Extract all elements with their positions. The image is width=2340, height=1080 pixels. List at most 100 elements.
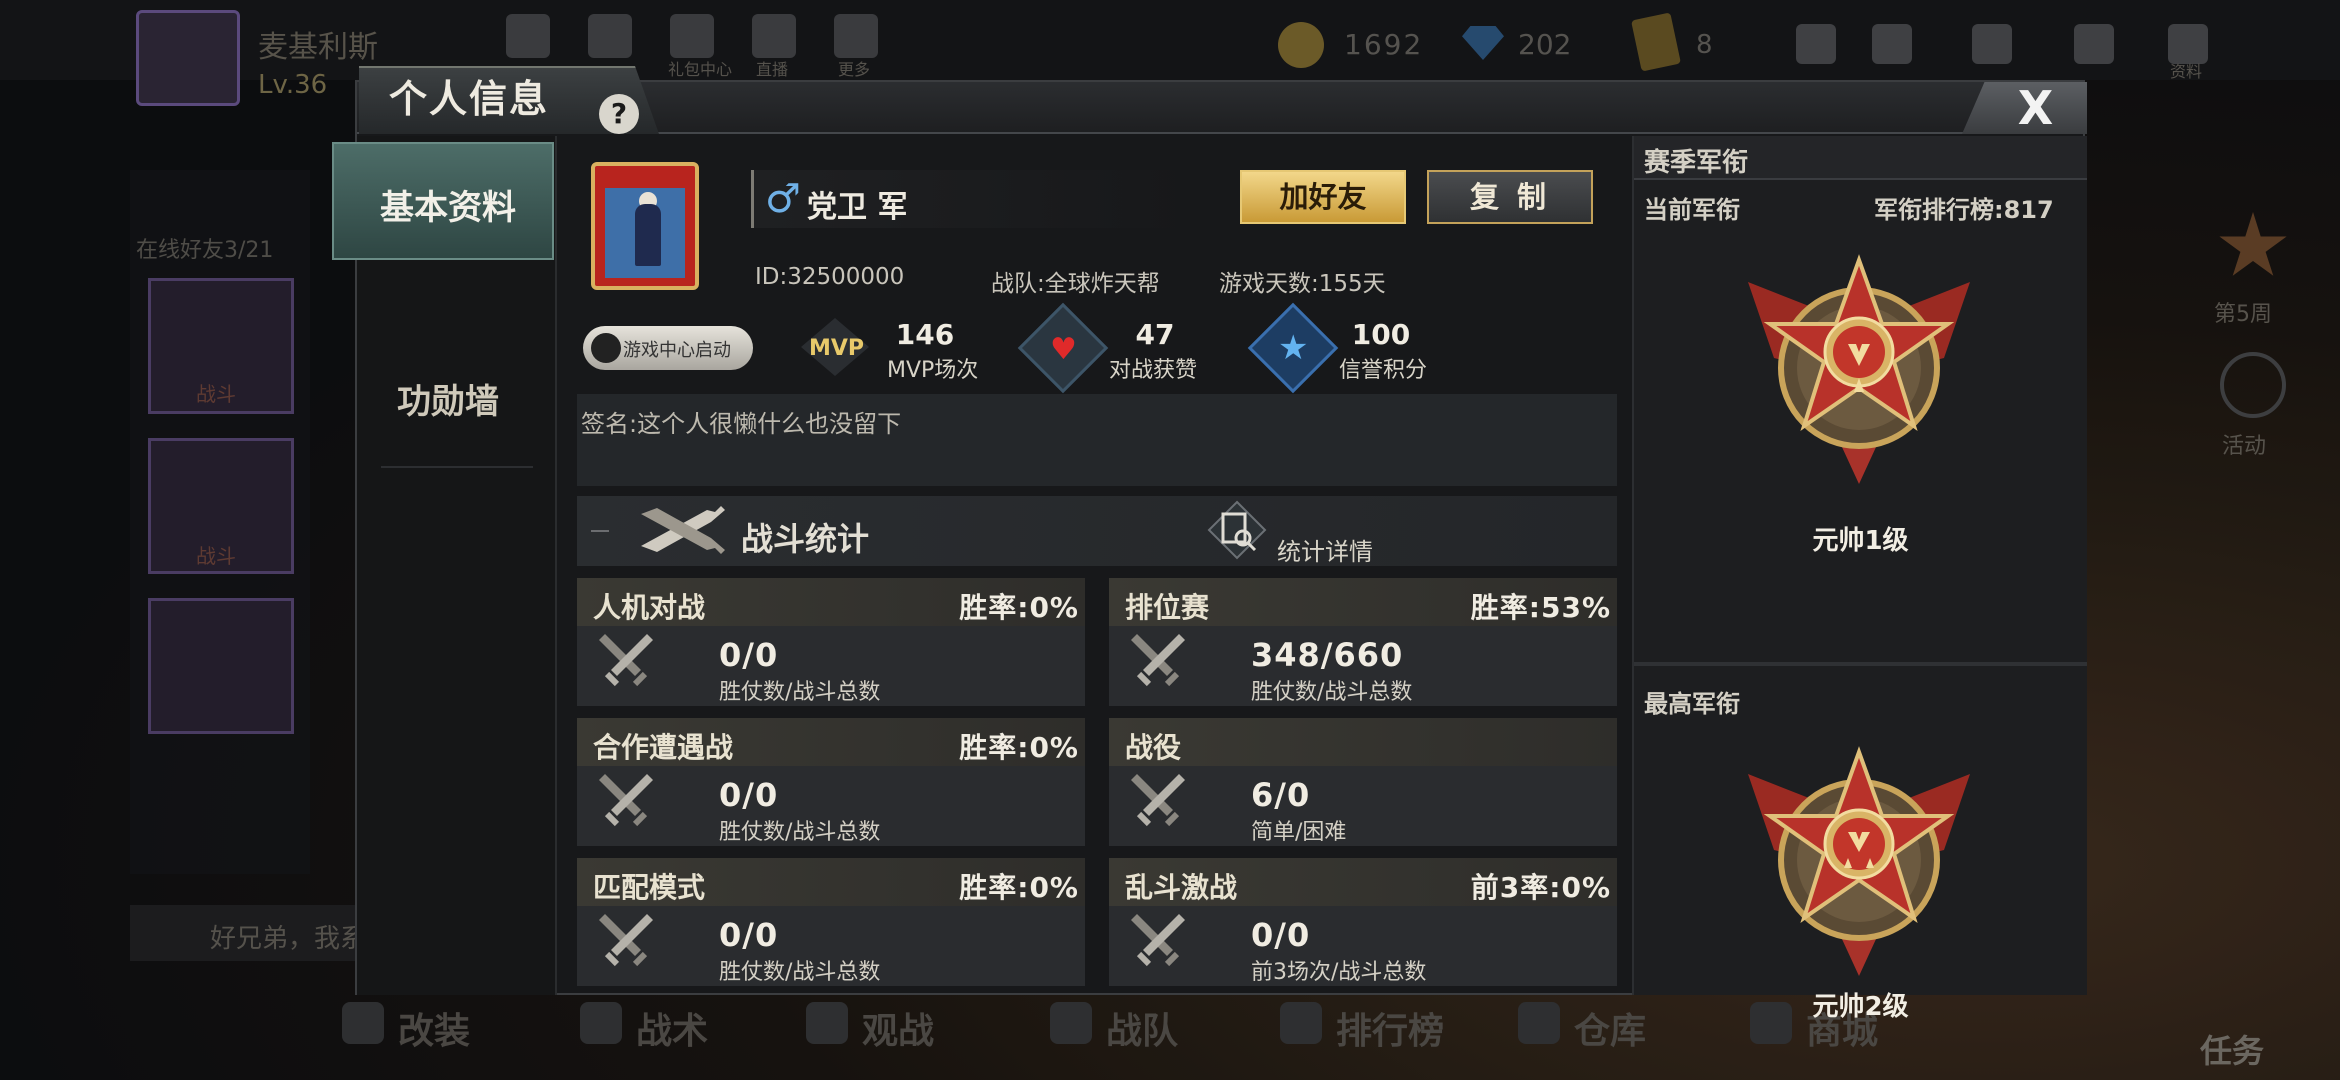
current-rank-name: 元帅1级 [1812,526,1909,556]
rank-divider [1634,662,2087,666]
card-value: 0/0 [719,916,779,954]
spectate-icon [806,1002,848,1044]
credit-label: 信誉积分 [1339,358,1428,383]
crossed-swords-icon [1131,634,1185,687]
activity-label: 活动 [2222,434,2267,459]
card-sub: 简单/困难 [1251,820,1347,845]
mvp-badge-text: MVP [809,336,865,361]
crossed-swords-icon [599,774,653,827]
highest-rank-name: 元帅2级 [1812,992,1909,1022]
team-name: 战队:全球炸天帮 [991,271,1160,297]
nav-leaderboard[interactable]: 排行榜 [1336,1002,1444,1054]
nav-team[interactable]: 战队 [1106,1002,1178,1054]
coin-count: 1692 [1344,28,1424,61]
rifles-icon [641,506,725,554]
friend-frame-label: 战斗 [196,382,236,406]
plus-icon[interactable] [1796,24,1836,64]
player-id: ID:32500000 [755,264,905,290]
gift-center-label: 礼包中心 [668,60,733,79]
card-win-rate: 胜率:0% [959,591,1079,624]
friend-frame-label: 战斗 [196,544,236,568]
star-icon: ★ [1278,328,1309,368]
wrench-icon [342,1002,384,1044]
avatar-portrait [605,188,685,278]
rank-leaderboard-link[interactable]: 军衔排行榜:817 [1874,190,2054,225]
trophy-icon [1280,1002,1322,1044]
rank-medal-2-icon [1748,746,1970,976]
stats-detail-link[interactable]: 统计详情 [1277,532,1373,567]
tab-basic-info[interactable]: 基本资料 [332,142,554,260]
help-icon[interactable]: ? [599,94,639,134]
activity-icon[interactable] [2220,352,2286,418]
card-win-rate: 前3率:0% [1470,871,1611,904]
card-value: 0/0 [1251,916,1311,954]
signature-box: 签名:这个人很懒什么也没留下 [577,394,1617,486]
likes-count: 47 [1135,318,1175,351]
more-icon[interactable] [834,14,878,58]
card-brawl[interactable]: 乱斗激战 前3率:0% 0/0 前3场次/战斗总数 [1109,858,1617,986]
mail-icon[interactable] [1972,24,2012,64]
nav-spectate[interactable]: 观战 [862,1002,934,1054]
more-label: 更多 [838,60,871,79]
card-win-rate: 胜率:0% [959,731,1079,764]
profile-avatar[interactable] [591,162,699,290]
nav-modify[interactable]: 改装 [398,1002,470,1054]
card-sub: 胜仗数/战斗总数 [719,960,881,985]
highest-rank-label: 最高军衔 [1644,690,1740,718]
card-ranked[interactable]: 排位赛 胜率:53% 348/660 胜仗数/战斗总数 [1109,578,1617,706]
male-icon: ♂ [765,176,801,222]
chat-message: 好兄弟，我系 [210,924,367,954]
card-pve[interactable]: 人机对战 胜率:0% 0/0 胜仗数/战斗总数 [577,578,1085,706]
card-title: 合作遭遇战 [593,731,734,764]
card-value: 0/0 [719,636,779,674]
card-title: 战役 [1125,731,1182,764]
crossed-swords-icon [1131,914,1185,967]
tab-merit-wall[interactable]: 功勋墙 [397,374,499,423]
card-value: 6/0 [1251,776,1311,814]
copy-button[interactable]: 复 制 [1427,170,1593,224]
card-title: 乱斗激战 [1125,871,1238,904]
gift-icon[interactable] [670,14,714,58]
home-icon[interactable] [506,14,550,58]
warehouse-icon [1518,1002,1560,1044]
live-icon[interactable] [752,14,796,58]
battle-stats-header: 战斗统计 统计详情 [577,496,1617,566]
friend-frame[interactable] [148,598,294,734]
tab-basic-info-label: 基本资料 [380,188,516,228]
card-win-rate: 胜率:53% [1470,591,1611,624]
gear-icon[interactable] [2074,24,2114,64]
card-campaign[interactable]: 战役 6/0 简单/困难 [1109,718,1617,846]
card-count: 8 [1696,30,1713,60]
game-days: 游戏天数:155天 [1219,271,1386,297]
card-sub: 胜仗数/战斗总数 [719,820,881,845]
battle-stats-title: 战斗统计 [741,520,870,558]
face-icon[interactable] [588,14,632,58]
heart-icon: ♥ [1050,332,1077,367]
crossed-swords-icon [599,914,653,967]
diamond-count: 202 [1518,28,1572,61]
modal-title: 个人信息 [389,77,550,121]
friends-icon[interactable] [1872,24,1912,64]
task-button[interactable]: 任务 [2200,1026,2264,1072]
player-avatar[interactable] [136,10,240,106]
card-value: 0/0 [719,776,779,814]
tactics-icon [580,1002,622,1044]
nav-divider [381,466,533,468]
add-friend-button[interactable]: 加好友 [1240,170,1406,224]
game-center-badge[interactable]: 游戏中心启动 [583,326,753,370]
card-title: 排位赛 [1125,591,1210,624]
card-title: 匹配模式 [593,871,706,904]
card-sub: 胜仗数/战斗总数 [1251,680,1413,705]
card-match[interactable]: 匹配模式 胜率:0% 0/0 胜仗数/战斗总数 [577,858,1085,986]
profile-name: 党卫 军 [807,190,908,225]
profile-nav: 基本资料 功勋墙 [332,136,557,995]
mvp-label: MVP场次 [887,358,979,383]
nav-tactics[interactable]: 战术 [636,1002,708,1054]
online-friends-label: 在线好友3/21 [136,238,274,263]
stats-detail-icon[interactable] [1207,500,1267,560]
game-center-label: 游戏中心启动 [623,340,731,361]
likes-label: 对战获赞 [1109,358,1198,383]
player-level: Lv.36 [258,70,328,100]
card-coop[interactable]: 合作遭遇战 胜率:0% 0/0 胜仗数/战斗总数 [577,718,1085,846]
profile-modal: 个人信息 ? X 基本资料 功勋墙 ♂ 党卫 军 加好友 复 制 ID:3250… [332,66,2087,1022]
